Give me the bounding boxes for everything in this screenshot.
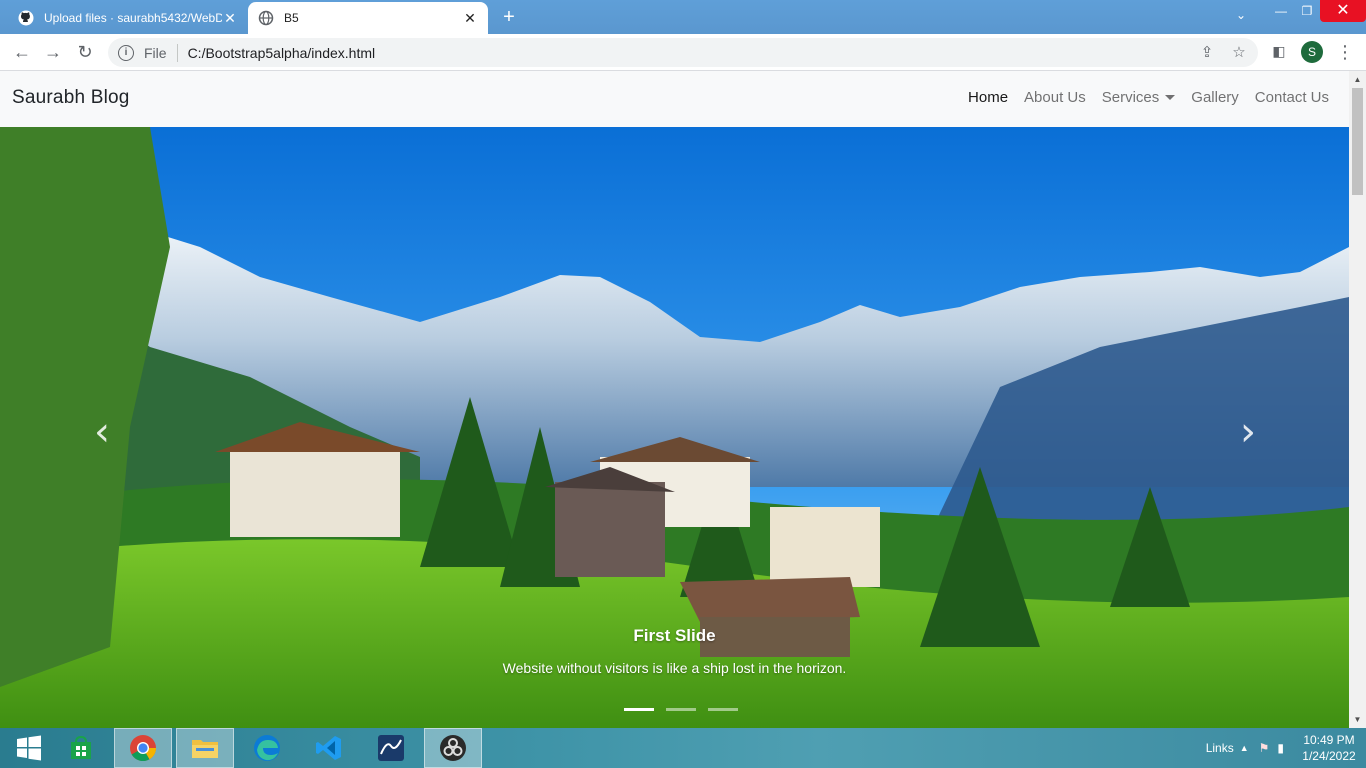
scroll-up-icon[interactable]: ▲	[1349, 71, 1366, 88]
scheme-label: File	[144, 44, 167, 61]
carousel-indicators	[624, 708, 750, 711]
address-bar[interactable]: i File C:/Bootstrap5alpha/index.html ⇪ ☆	[108, 38, 1258, 67]
site-navbar: Saurabh Blog Home About Us Services Gall…	[0, 71, 1349, 127]
back-arrow-icon[interactable]: ←	[10, 40, 34, 64]
site-brand[interactable]: Saurabh Blog	[12, 87, 130, 109]
nav-links: Home About Us Services Gallery Contact U…	[952, 89, 1329, 106]
nav-contact-us[interactable]: Contact Us	[1255, 89, 1329, 106]
windows-taskbar: Links ▲ ⚑ ▮ 10:49 PM 1/24/2022	[0, 728, 1366, 768]
indicator-2[interactable]	[666, 708, 696, 711]
globe-icon	[258, 10, 274, 26]
url-text[interactable]: C:/Bootstrap5alpha/index.html	[188, 45, 376, 61]
minimize-icon[interactable]: —	[1268, 0, 1294, 22]
info-icon[interactable]: i	[118, 44, 134, 61]
close-tab-icon[interactable]: ✕	[222, 10, 238, 27]
vscode-icon[interactable]	[300, 728, 358, 768]
tab-upload-files[interactable]: Upload files · saurabh5432/WebD ✕	[8, 2, 248, 34]
chevron-down-icon[interactable]: ⌄	[1232, 8, 1250, 26]
restore-icon[interactable]: ❐	[1294, 0, 1320, 22]
obs-icon[interactable]	[424, 728, 482, 768]
nav-home[interactable]: Home	[968, 89, 1008, 106]
profile-avatar[interactable]: S	[1301, 41, 1323, 63]
system-tray: Links ▲ ⚑ ▮ 10:49 PM 1/24/2022	[1206, 728, 1366, 768]
vertical-scrollbar[interactable]: ▲ ▼	[1349, 71, 1366, 728]
tab-strip: Upload files · saurabh5432/WebD ✕ B5 ✕ +…	[0, 0, 1366, 34]
links-toolbar[interactable]: Links	[1206, 741, 1234, 755]
close-window-icon[interactable]: ✕	[1320, 0, 1366, 22]
nav-services[interactable]: Services	[1102, 89, 1176, 106]
store-icon[interactable]	[52, 728, 110, 768]
nav-about-us[interactable]: About Us	[1024, 89, 1086, 106]
browser-toolbar: ← → ↻ i File C:/Bootstrap5alpha/index.ht…	[0, 34, 1366, 71]
side-panel-icon[interactable]: ◧	[1270, 43, 1288, 61]
slide-caption-title: First Slide	[633, 626, 716, 645]
clock-date: 1/24/2022	[1302, 749, 1356, 763]
hero-carousel: ‹ › First Slide Website without visitors…	[0, 127, 1349, 728]
tab-title: B5	[284, 11, 299, 25]
nav-gallery[interactable]: Gallery	[1191, 89, 1239, 106]
wireshark-icon[interactable]	[362, 728, 420, 768]
indicator-3[interactable]	[708, 708, 738, 711]
network-alert-icon[interactable]: ⚑	[1259, 741, 1270, 755]
file-explorer-icon[interactable]	[176, 728, 234, 768]
nav-services-label: Services	[1101, 89, 1160, 106]
caret-down-icon	[1165, 95, 1176, 100]
chevron-left-icon[interactable]: ‹	[82, 412, 122, 452]
windows-start-icon[interactable]	[0, 728, 58, 768]
kebab-menu-icon[interactable]: ⋮	[1336, 42, 1354, 62]
scroll-down-icon[interactable]: ▼	[1349, 711, 1366, 728]
slide-caption-text: Website without visitors is like a ship …	[502, 660, 847, 676]
github-icon	[18, 10, 34, 26]
new-tab-button[interactable]: +	[498, 6, 520, 28]
tab-b5[interactable]: B5 ✕	[248, 2, 488, 34]
divider	[176, 43, 178, 62]
system-clock[interactable]: 10:49 PM 1/24/2022	[1292, 732, 1366, 764]
chrome-icon[interactable]	[114, 728, 172, 768]
edge-icon[interactable]	[238, 728, 296, 768]
window-controls: — ❐ ✕	[1268, 0, 1366, 22]
scroll-thumb[interactable]	[1352, 88, 1363, 195]
chevron-right-icon[interactable]: ›	[1228, 412, 1268, 452]
forward-arrow-icon[interactable]: →	[41, 40, 65, 64]
tab-title: Upload files · saurabh5432/WebD	[44, 11, 222, 25]
bookmark-star-icon[interactable]: ☆	[1230, 44, 1248, 62]
signal-icon[interactable]: ▮	[1277, 741, 1284, 755]
indicator-1[interactable]	[624, 708, 654, 711]
page-viewport: Saurabh Blog Home About Us Services Gall…	[0, 71, 1349, 728]
clock-time: 10:49 PM	[1303, 733, 1355, 747]
share-icon[interactable]: ⇪	[1198, 44, 1216, 62]
chevron-up-icon[interactable]: ▲	[1240, 743, 1249, 753]
close-tab-icon[interactable]: ✕	[462, 10, 478, 27]
reload-icon[interactable]: ↻	[73, 40, 97, 64]
